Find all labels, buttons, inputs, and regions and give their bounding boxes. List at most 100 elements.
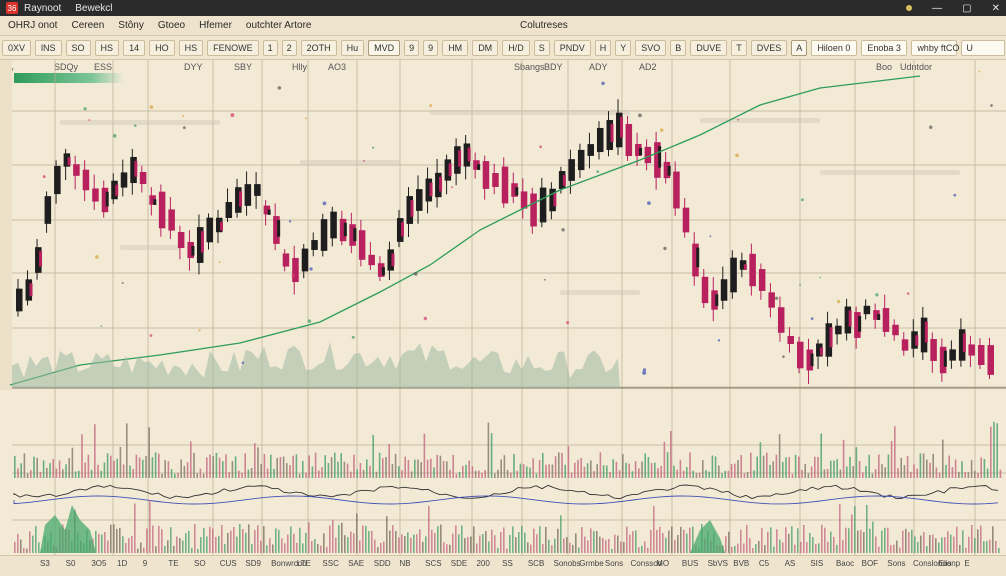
toolbar-button[interactable]: 1 [262,39,278,56]
toolbar-button[interactable]: SVO [635,39,667,56]
menu-item[interactable]: Gtoeo [158,20,185,31]
indicator-bar [311,466,314,478]
candlestick [949,349,956,361]
toolbar-button[interactable]: HS [178,39,204,56]
indicator-bar [695,473,698,478]
toolbar-button[interactable]: DUVE [690,39,728,56]
toolbar-button[interactable]: 0XV [2,39,32,56]
minimize-icon[interactable]: — [932,3,942,14]
toolbar-button[interactable]: 9 [423,39,439,56]
volume-bar [209,526,211,553]
candle-shadow [658,146,662,168]
volume-bar [437,526,439,553]
volume-bar [821,524,823,553]
toolbar-button[interactable]: whby ftCO [911,39,959,56]
toolbar-button[interactable]: HM [442,39,469,56]
volume-bar [449,544,451,553]
volume-bar [263,526,265,553]
menu-item[interactable]: outchter Artore [246,20,312,31]
toolbar-button[interactable]: DM [472,39,499,56]
toolbar-button[interactable]: HS [94,39,120,56]
candlestick [320,219,328,251]
texture-stroke [820,170,960,175]
menu-item[interactable]: Hfemer [199,20,232,31]
candlestick [749,253,756,287]
toolbar-button[interactable]: 14 [123,39,146,56]
toolbar-button[interactable]: Enoba 3 [861,39,908,56]
indicator-bar [970,460,973,478]
indicator-bar [890,441,893,478]
indicator-bar [199,468,202,478]
candle-shadow [477,164,481,170]
toolbar-button[interactable]: 2OTH [300,39,337,56]
close-icon[interactable]: ✕ [992,3,1000,14]
indicator-bar [71,447,74,478]
candle-shadow [134,160,138,177]
volume-bar [215,536,217,553]
volume-bar [188,530,190,553]
maximize-icon[interactable]: ▢ [962,3,971,14]
indicator-bar [250,467,253,478]
indicator-bar [945,464,947,478]
toolbar-button[interactable]: H [594,39,612,56]
time-tick-label: Conslonoonp [912,559,961,568]
toolbar-button[interactable]: FENOWE [207,39,259,56]
toolbar-button[interactable]: B [670,39,687,56]
menu-item[interactable]: Stôny [118,20,144,31]
marker-dot [596,170,600,174]
toolbar-button[interactable]: U [961,39,1006,56]
marker-dot [642,370,647,375]
volume-bar [332,519,334,553]
time-tick-label: SAE [348,559,365,568]
candle-shadow [391,253,395,267]
volume-bar [866,504,868,553]
volume-bar [401,534,403,553]
toolbar-button[interactable]: PNDV [553,39,591,56]
toolbar-button[interactable]: 2 [281,39,297,56]
toolbar-button[interactable]: HO [149,39,175,56]
time-tick-label: 1D [117,559,128,568]
indicator-bar [772,461,774,478]
toolbar-button[interactable]: Hu [340,39,365,56]
toolbar-button[interactable]: H/D [502,39,530,56]
indicator-bar [228,472,230,478]
indicator-bar [692,470,694,478]
indicator-bar [804,463,806,478]
volume-bar [887,527,889,553]
candle-shadow [515,187,519,196]
volume-bar [533,528,535,553]
toolbar-button[interactable]: MVD [368,39,401,56]
indicator-bar [910,471,912,478]
toolbar-button[interactable]: Y [615,39,632,56]
volume-bar [146,528,148,553]
candlestick-chart[interactable] [0,60,1006,555]
volume-bar [587,540,589,553]
volume-bar [485,531,487,553]
indicator-bar [132,468,134,478]
indicator-bar [340,453,342,478]
candlestick [539,187,547,223]
menu-item[interactable]: OHRJ onot [8,20,57,31]
toolbar-button[interactable]: S [533,39,550,56]
time-tick-label: Sons [887,559,906,568]
toolbar-button[interactable]: 9 [404,39,420,56]
candle-shadow [820,347,824,356]
texture-stroke [700,118,820,123]
marker-dot [241,361,245,365]
indicator-bar [769,464,771,478]
toolbar-button[interactable]: DVES [750,39,788,56]
volume-bar [116,528,118,553]
marker-dot [288,220,292,223]
toolbar-button[interactable]: Hiloen 0 [811,39,858,56]
indicator-bar [138,457,141,478]
indicator-bar [638,468,640,478]
marker-dot [663,246,667,251]
triangle-tool-icon[interactable]: A [791,39,808,56]
menu-item[interactable]: Cereen [71,20,104,31]
toolbar-button[interactable]: lNS [35,39,62,56]
toolbar-button[interactable]: T [731,39,747,56]
volume-bar [926,546,928,553]
candlestick [835,325,842,335]
indicator-bar [154,452,157,478]
toolbar-button[interactable]: SO [65,39,91,56]
